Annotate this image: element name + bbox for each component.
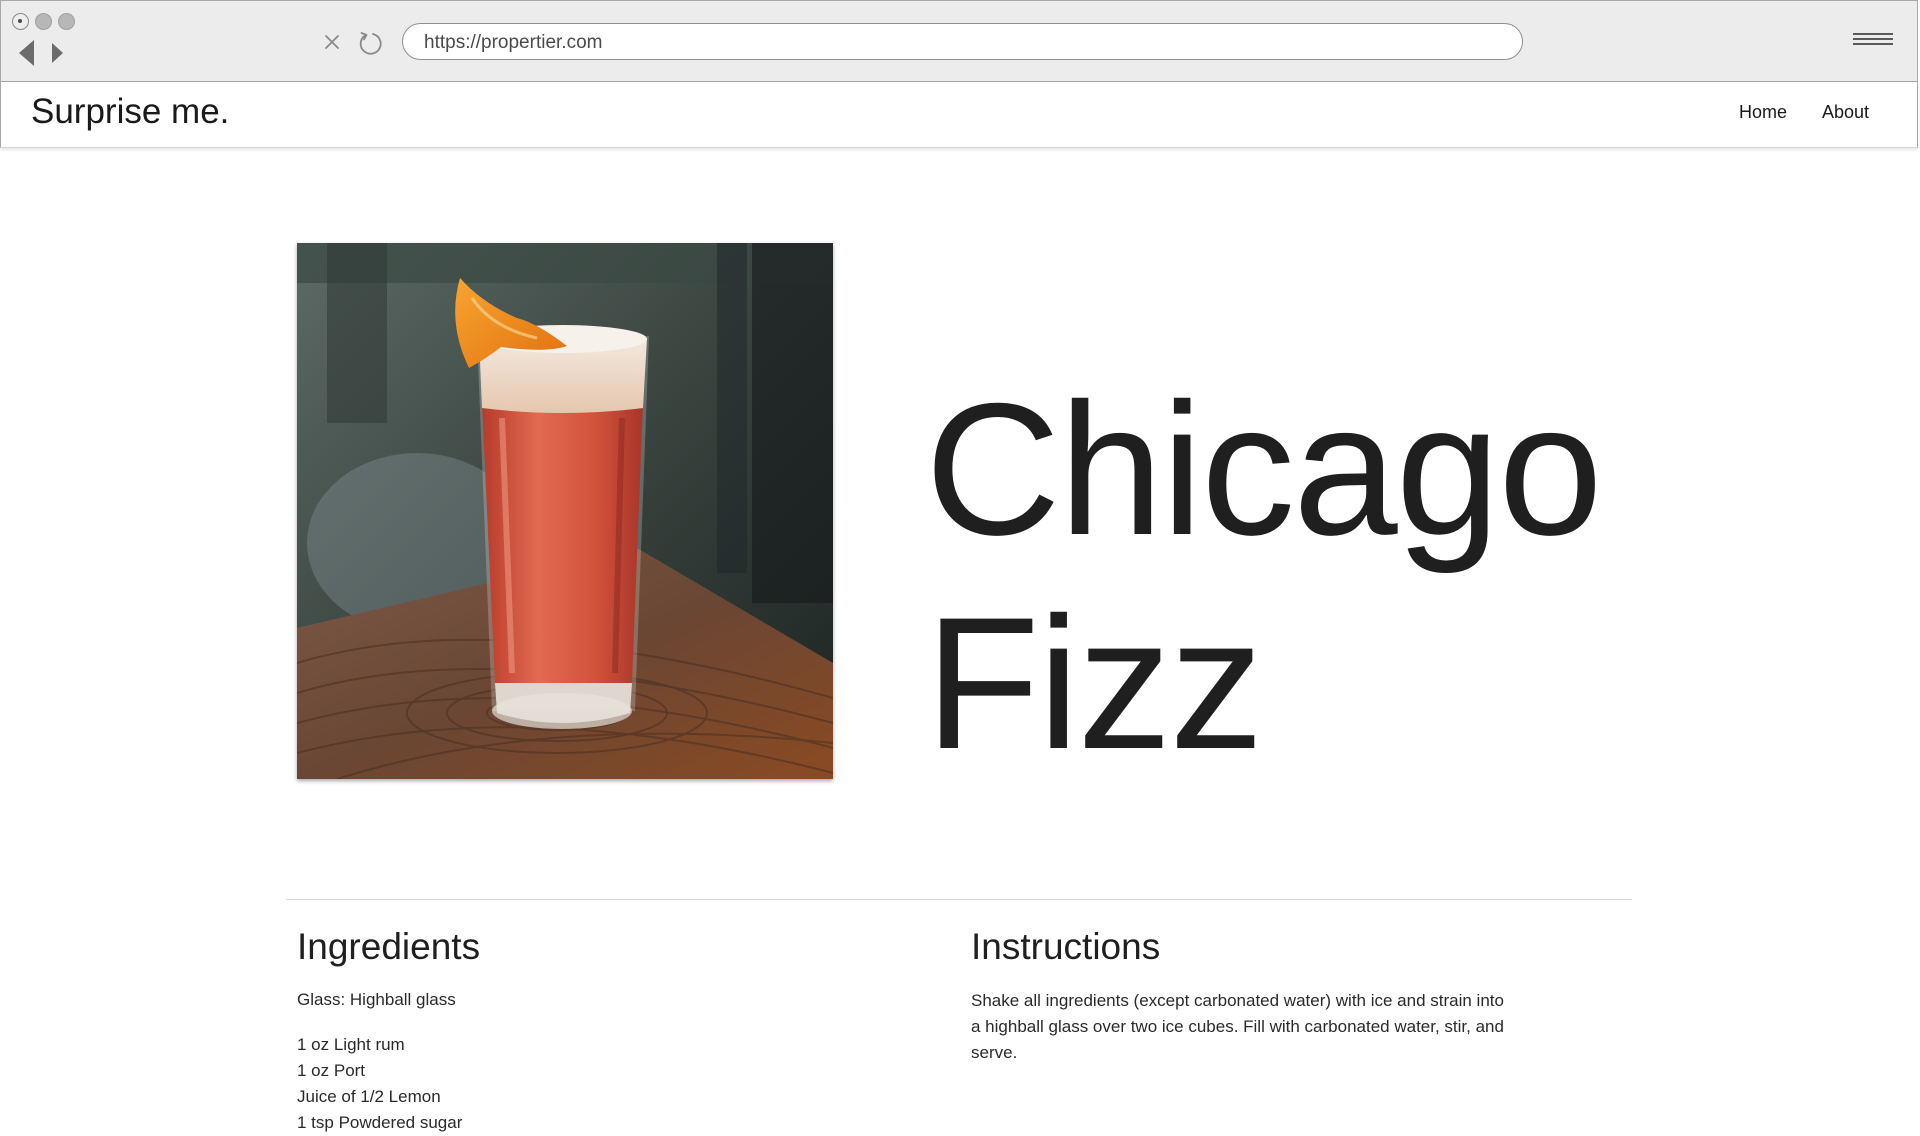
glass-type: Glass: Highball glass: [297, 990, 456, 1009]
back-arrow-icon[interactable]: [19, 40, 34, 66]
site-header: Surprise me. Home About: [0, 82, 1918, 148]
site-brand-link[interactable]: Surprise me.: [31, 92, 229, 132]
address-bar[interactable]: https://propertier.com: [402, 23, 1523, 60]
list-item: 1 oz Light rum: [297, 1035, 405, 1054]
forward-arrow-icon[interactable]: [52, 43, 63, 63]
address-bar-url[interactable]: https://propertier.com: [424, 32, 602, 54]
close-x-icon[interactable]: [322, 32, 342, 52]
nav-home-link[interactable]: Home: [1739, 102, 1787, 123]
drink-title: Chicago Fizz: [925, 362, 1685, 790]
nav-about-link[interactable]: About: [1822, 102, 1869, 123]
instructions-heading: Instructions: [971, 926, 1161, 967]
hamburger-menu-icon[interactable]: [1853, 33, 1893, 49]
drink-title-line2: Fizz: [925, 578, 1264, 788]
window-minimize-button[interactable]: [35, 13, 52, 30]
drink-title-line1: Chicago: [925, 364, 1603, 574]
reload-icon[interactable]: [356, 29, 384, 57]
window-maximize-button[interactable]: [58, 13, 75, 30]
browser-toolbar: https://propertier.com: [0, 0, 1918, 82]
ingredient-list: 1 oz Light rum 1 oz Port Juice of 1/2 Le…: [297, 1032, 462, 1136]
cocktail-photo: [297, 243, 833, 779]
list-item: 1 tsp Powdered sugar: [297, 1113, 463, 1132]
instructions-text: Shake all ingredients (except carbonated…: [971, 991, 1504, 1062]
list-item: 1 oz Port: [297, 1061, 366, 1080]
ingredients-heading: Ingredients: [297, 926, 481, 967]
list-item: Juice of 1/2 Lemon: [297, 1087, 441, 1106]
section-divider: [286, 899, 1632, 900]
window-close-button[interactable]: [12, 13, 29, 30]
